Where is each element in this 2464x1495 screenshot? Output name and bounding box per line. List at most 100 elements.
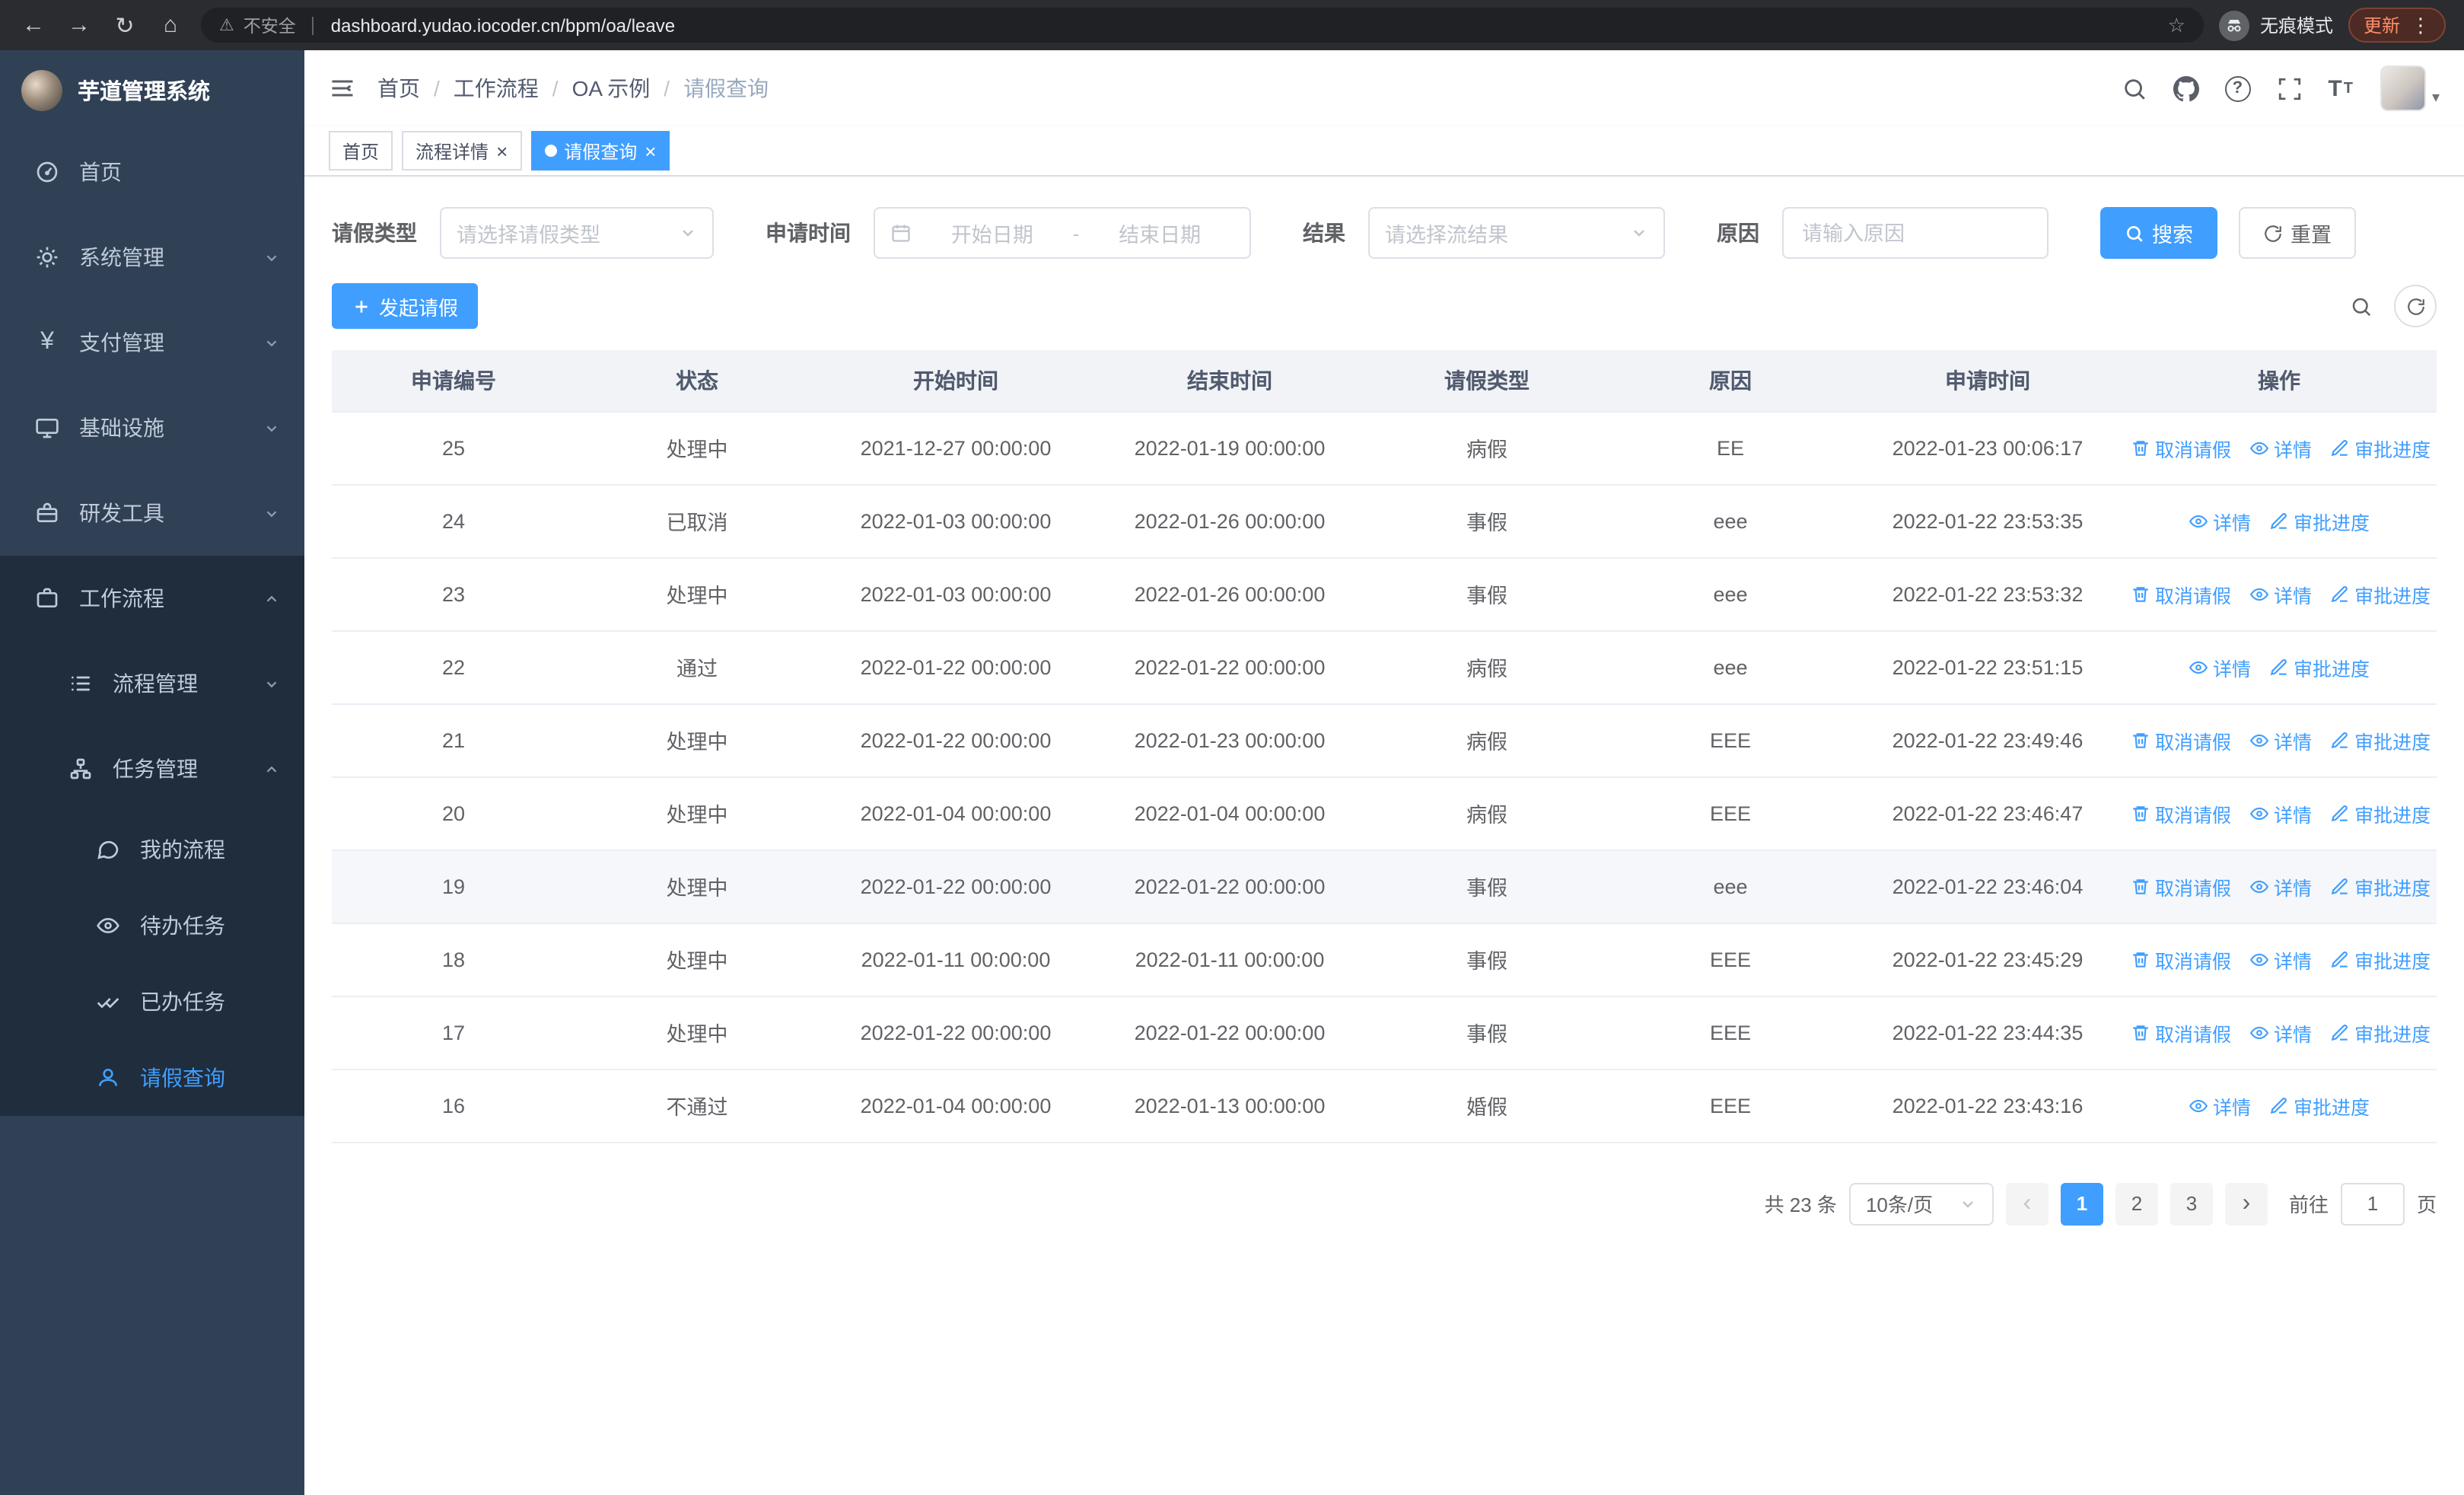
back-icon[interactable]: ← xyxy=(18,12,49,38)
apply-time-range-picker[interactable]: 开始日期 - 结束日期 xyxy=(874,207,1251,259)
approval-progress-link[interactable]: 审批进度 xyxy=(2330,433,2431,462)
cancel-leave-link[interactable]: 取消请假 xyxy=(2131,872,2231,901)
result-select[interactable]: 请选择流结果 xyxy=(1368,207,1665,259)
approval-progress-link[interactable]: 审批进度 xyxy=(2330,1018,2431,1047)
font-size-icon[interactable]: TT xyxy=(2328,75,2353,101)
row-actions: 取消请假 详情 审批进度 xyxy=(2122,923,2437,996)
reason-input[interactable] xyxy=(1782,207,2049,259)
cell-reason: eee xyxy=(1607,630,1854,704)
sidebar-item-dev-tools[interactable]: 研发工具 xyxy=(0,470,304,556)
eye-icon xyxy=(94,912,122,939)
leave-type-select[interactable]: 请选择请假类型 xyxy=(440,207,714,259)
detail-link[interactable]: 详情 xyxy=(2249,433,2312,462)
approval-progress-link[interactable]: 审批进度 xyxy=(2330,725,2431,754)
trash-icon xyxy=(2131,730,2150,750)
cell-leave-type: 事假 xyxy=(1367,923,1607,996)
approval-progress-link[interactable]: 审批进度 xyxy=(2269,1091,2370,1120)
close-icon[interactable]: × xyxy=(645,141,656,161)
toggle-search-icon[interactable] xyxy=(2350,295,2373,317)
sidebar-item-system-mgmt[interactable]: 系统管理 xyxy=(0,215,304,300)
goto-page-input[interactable] xyxy=(2340,1182,2405,1225)
breadcrumb-oa-example[interactable]: OA 示例 xyxy=(572,73,651,104)
cancel-leave-link[interactable]: 取消请假 xyxy=(2131,1018,2231,1047)
create-leave-button[interactable]: 发起请假 xyxy=(332,283,479,329)
reload-icon[interactable]: ↻ xyxy=(110,11,140,39)
refresh-table-button[interactable] xyxy=(2394,285,2437,327)
cell-status: 处理中 xyxy=(575,996,819,1069)
cell-apply-id: 20 xyxy=(332,776,575,850)
detail-link[interactable]: 详情 xyxy=(2249,725,2312,754)
sidebar-item-workflow[interactable]: 工作流程 xyxy=(0,556,304,641)
tab-process-detail[interactable]: 流程详情 × xyxy=(402,131,522,171)
breadcrumb-workflow[interactable]: 工作流程 xyxy=(454,73,539,104)
sidebar-item-todo-tasks[interactable]: 待办任务 xyxy=(0,888,304,964)
detail-link[interactable]: 详情 xyxy=(2189,1091,2251,1120)
help-icon[interactable]: ? xyxy=(2224,75,2251,101)
cell-status: 处理中 xyxy=(575,776,819,850)
cancel-leave-link[interactable]: 取消请假 xyxy=(2131,945,2231,974)
detail-link[interactable]: 详情 xyxy=(2189,506,2251,535)
cancel-leave-link[interactable]: 取消请假 xyxy=(2131,433,2231,462)
sidebar-item-task-mgmt[interactable]: 任务管理 xyxy=(0,726,304,811)
browser-menu-icon[interactable]: ⋮ xyxy=(2411,13,2431,37)
approval-progress-link[interactable]: 审批进度 xyxy=(2330,945,2431,974)
sidebar-item-leave-query[interactable]: 请假查询 xyxy=(0,1040,304,1116)
tab-leave-query[interactable]: 请假查询 × xyxy=(530,131,670,171)
detail-link[interactable]: 详情 xyxy=(2249,799,2312,827)
breadcrumb-home[interactable]: 首页 xyxy=(377,73,420,104)
edit-icon xyxy=(2330,876,2350,896)
approval-progress-link[interactable]: 审批进度 xyxy=(2330,799,2431,827)
reset-button[interactable]: 重置 xyxy=(2239,207,2356,259)
approval-progress-link[interactable]: 审批进度 xyxy=(2269,506,2370,535)
update-button[interactable]: 更新 ⋮ xyxy=(2348,8,2446,43)
cell-apply-id: 25 xyxy=(332,411,575,485)
sidebar-item-process-mgmt[interactable]: 流程管理 xyxy=(0,641,304,726)
sidebar-item-infrastructure[interactable]: 基础设施 xyxy=(0,385,304,470)
approval-progress-link[interactable]: 审批进度 xyxy=(2269,652,2370,681)
security-label[interactable]: 不安全 xyxy=(244,13,296,37)
approval-progress-link[interactable]: 审批进度 xyxy=(2330,872,2431,901)
select-placeholder: 请选择流结果 xyxy=(1385,224,1508,247)
row-actions: 取消请假 详情 审批进度 xyxy=(2122,411,2437,485)
trash-icon xyxy=(2131,876,2150,896)
sidebar-item-my-processes[interactable]: 我的流程 xyxy=(0,811,304,888)
page-button-3[interactable]: 3 xyxy=(2170,1182,2213,1225)
fullscreen-icon[interactable] xyxy=(2276,75,2302,101)
cancel-leave-link[interactable]: 取消请假 xyxy=(2131,799,2231,827)
cancel-leave-link[interactable]: 取消请假 xyxy=(2131,725,2231,754)
sidebar-item-done-tasks[interactable]: 已办任务 xyxy=(0,964,304,1040)
forward-icon[interactable]: → xyxy=(64,12,94,38)
prev-page-button[interactable]: ‹ xyxy=(2005,1182,2049,1225)
sidebar-collapse-icon[interactable] xyxy=(329,75,356,102)
detail-link[interactable]: 详情 xyxy=(2249,945,2312,974)
page-button-1[interactable]: 1 xyxy=(2060,1182,2103,1225)
chevron-down-icon[interactable]: ▾ xyxy=(2432,89,2440,106)
detail-link[interactable]: 详情 xyxy=(2189,652,2251,681)
user-avatar[interactable] xyxy=(2380,65,2426,111)
search-button[interactable]: 搜索 xyxy=(2100,207,2217,259)
next-page-button[interactable]: › xyxy=(2224,1182,2268,1225)
url-text[interactable]: dashboard.yudao.iocoder.cn/bpm/oa/leave xyxy=(331,14,2159,36)
cancel-leave-link[interactable]: 取消请假 xyxy=(2131,579,2231,608)
page-size-select[interactable]: 10条/页 xyxy=(1848,1182,1994,1225)
action-label: 取消请假 xyxy=(2155,732,2232,753)
app-logo[interactable]: 芋道管理系统 xyxy=(0,50,304,129)
sidebar-item-payment-mgmt[interactable]: ¥ 支付管理 xyxy=(0,300,304,385)
tab-home[interactable]: 首页 xyxy=(329,131,393,171)
chevron-down-icon xyxy=(263,249,280,266)
detail-link[interactable]: 详情 xyxy=(2249,579,2312,608)
page-button-2[interactable]: 2 xyxy=(2115,1182,2158,1225)
address-bar[interactable]: ⚠ 不安全 dashboard.yudao.iocoder.cn/bpm/oa/… xyxy=(201,8,2204,43)
bookmark-star-icon[interactable]: ☆ xyxy=(2168,13,2185,37)
close-icon[interactable]: × xyxy=(496,141,508,161)
eye-icon xyxy=(2189,511,2208,531)
home-icon[interactable]: ⌂ xyxy=(155,12,186,38)
approval-progress-link[interactable]: 审批进度 xyxy=(2330,579,2431,608)
sidebar-item-home[interactable]: 首页 xyxy=(0,129,304,215)
cell-apply-id: 17 xyxy=(332,996,575,1069)
eye-icon xyxy=(2249,730,2269,750)
detail-link[interactable]: 详情 xyxy=(2249,1018,2312,1047)
search-icon[interactable] xyxy=(2121,75,2147,101)
github-icon[interactable] xyxy=(2173,75,2199,101)
detail-link[interactable]: 详情 xyxy=(2249,872,2312,901)
